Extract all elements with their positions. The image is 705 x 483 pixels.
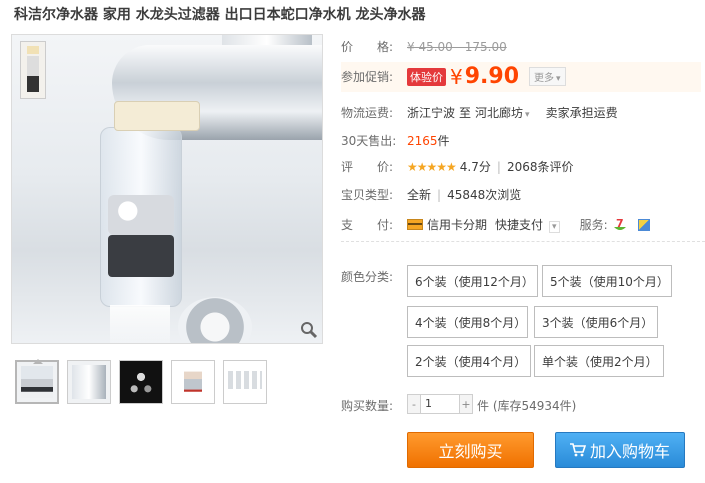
separator: | bbox=[437, 187, 442, 202]
sold-row: 30天售出: 2165 件 bbox=[341, 132, 450, 149]
price-row: 价 格: ¥ 45.00 - 175.00 bbox=[341, 38, 507, 55]
add-to-cart-button[interactable]: 加入购物车 bbox=[555, 432, 685, 468]
option-4-pack[interactable]: 4个装（使用8个月） bbox=[407, 306, 528, 338]
thumbnail-3[interactable] bbox=[119, 360, 163, 404]
cart-icon bbox=[569, 443, 586, 457]
sold-label: 30天售出: bbox=[341, 134, 397, 148]
quick-pay-label: 快捷支付 bbox=[495, 218, 544, 232]
chevron-down-icon: ▾ bbox=[549, 221, 560, 233]
sold-unit: 件 bbox=[437, 134, 450, 148]
thumbnail-5[interactable] bbox=[223, 360, 267, 404]
rating-label: 评 价: bbox=[341, 160, 394, 174]
thumbnail-4[interactable] bbox=[171, 360, 215, 404]
quantity-input[interactable]: 1 bbox=[420, 395, 460, 413]
consumer-protection-icon[interactable] bbox=[637, 218, 650, 231]
shipping-label: 物流运费: bbox=[341, 106, 394, 120]
promo-price: 9.90 bbox=[464, 64, 520, 89]
quantity-increase-button[interactable]: + bbox=[460, 395, 472, 413]
rating-stars: ★★★★★ bbox=[407, 159, 457, 174]
option-5-pack[interactable]: 5个装（使用10个月） bbox=[542, 265, 672, 297]
card-installment-link[interactable]: 信用卡分期 bbox=[427, 216, 487, 233]
ship-to-word: 至 bbox=[459, 106, 472, 120]
zoom-icon[interactable] bbox=[300, 321, 318, 339]
thumbnail-strip bbox=[15, 359, 267, 404]
condition-row: 宝贝类型: 全新 | 45848次浏览 bbox=[341, 186, 521, 203]
product-title: 科洁尔净水器 家用 水龙头过滤器 出口日本蛇口净水机 龙头净水器 bbox=[14, 7, 426, 23]
add-to-cart-label: 加入购物车 bbox=[589, 442, 670, 461]
more-promos-button[interactable]: 更多 ▾ bbox=[529, 67, 566, 86]
dashed-divider bbox=[341, 241, 705, 242]
thumbnail-1[interactable] bbox=[15, 359, 59, 404]
currency-symbol: ¥ bbox=[450, 64, 463, 89]
option-3-pack[interactable]: 3个装（使用6个月） bbox=[534, 306, 658, 338]
quantity-label: 购买数量: bbox=[341, 399, 394, 413]
svg-text:7: 7 bbox=[616, 217, 624, 230]
condition-label: 宝贝类型: bbox=[341, 188, 394, 202]
filter-carbon-shape bbox=[108, 235, 174, 277]
quantity-stepper: - 1 + bbox=[407, 394, 473, 414]
option-6-pack[interactable]: 6个装（使用12个月） bbox=[407, 265, 538, 297]
option-2-pack[interactable]: 2个装（使用4个月） bbox=[407, 345, 531, 377]
original-price: ¥ 45.00 - 175.00 bbox=[407, 39, 507, 54]
service-label: 服务: bbox=[579, 218, 608, 232]
payment-label: 支 付: bbox=[341, 218, 394, 232]
review-count-link[interactable]: 2068条评价 bbox=[507, 158, 574, 175]
ship-from: 浙江宁波 bbox=[407, 106, 456, 120]
separator: | bbox=[496, 159, 501, 174]
option-single-pack[interactable]: 单个装（使用2个月） bbox=[534, 345, 664, 377]
credit-card-icon bbox=[407, 219, 423, 230]
sold-count: 2165 bbox=[407, 133, 438, 148]
price-label: 价 格: bbox=[341, 40, 394, 54]
condition-value: 全新 bbox=[407, 188, 432, 202]
ship-to-selector[interactable]: 河北廊坊 ▾ bbox=[475, 104, 530, 121]
shipping-row: 物流运费: 浙江宁波 至 河北廊坊 ▾ 卖家承担运费 bbox=[341, 104, 618, 121]
payment-row: 支 付: 信用卡分期 快捷支付 ▾ 服务: 7 bbox=[341, 216, 650, 233]
filter-beads-shape bbox=[108, 195, 174, 235]
chevron-down-icon: ▾ bbox=[525, 110, 530, 120]
promo-label: 参加促销: bbox=[341, 70, 394, 84]
inset-product-image bbox=[20, 41, 46, 99]
chevron-down-icon: ▾ bbox=[556, 74, 561, 84]
rating-row: 评 价: ★★★★★ 4.7分 | 2068条评价 bbox=[341, 158, 573, 175]
promo-tag: 体验价 bbox=[407, 67, 446, 86]
promo-row: 参加促销: 体验价 ¥ 9.90 更多 ▾ bbox=[341, 64, 566, 89]
quantity-decrease-button[interactable]: - bbox=[408, 395, 420, 413]
ship-to: 河北廊坊 bbox=[475, 106, 524, 120]
rating-score: 4.7分 bbox=[459, 160, 491, 174]
buy-now-button[interactable]: 立刻购买 bbox=[407, 432, 534, 468]
sink-drain-shape bbox=[178, 297, 252, 343]
quick-pay-selector[interactable]: 快捷支付 ▾ bbox=[495, 216, 560, 233]
view-count: 45848次浏览 bbox=[447, 188, 522, 202]
more-label: 更多 bbox=[534, 73, 555, 84]
seven-day-return-icon[interactable]: 7 bbox=[612, 217, 628, 233]
buy-now-label: 立刻购买 bbox=[438, 442, 503, 461]
filter-cap-shape bbox=[114, 101, 200, 131]
water-stream-shape bbox=[110, 305, 170, 343]
color-category-label: 颜色分类: bbox=[341, 270, 394, 284]
thumbnail-2[interactable] bbox=[67, 360, 111, 404]
stock-info: 件 (库存54934件) bbox=[477, 399, 577, 413]
shipping-fee: 卖家承担运费 bbox=[545, 106, 618, 120]
main-product-image[interactable] bbox=[11, 34, 323, 344]
